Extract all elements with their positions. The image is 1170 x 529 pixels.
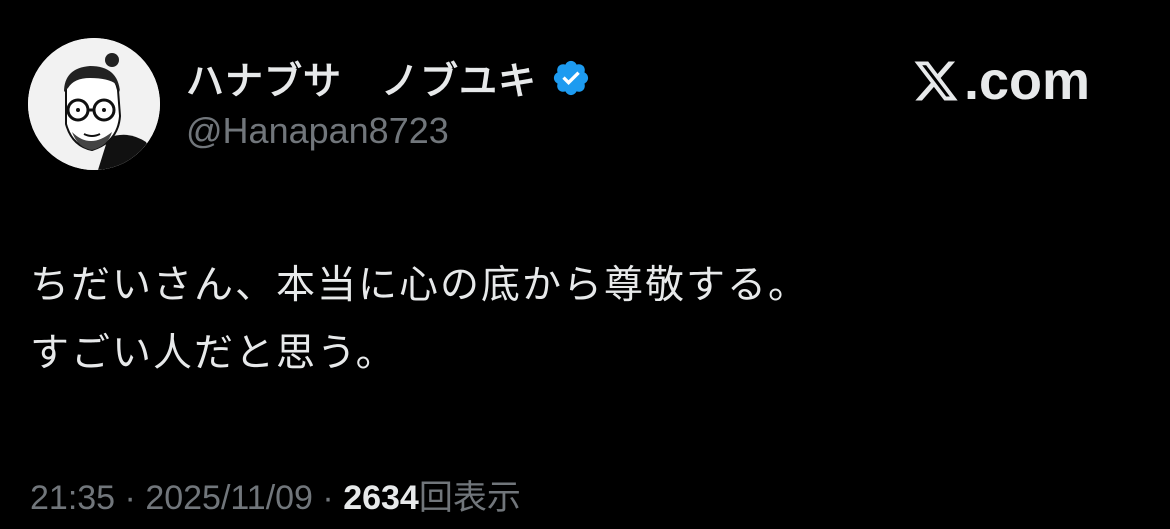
tweet-date[interactable]: 2025/11/09 bbox=[145, 479, 313, 517]
author-display-name[interactable]: ハナブサ ノブユキ bbox=[186, 50, 537, 105]
tweet-text: ちだいさん、本当に心の底から尊敬する。 すごい人だと思う。 bbox=[30, 263, 810, 376]
brand-watermark: .com bbox=[912, 50, 1090, 112]
tweet-time[interactable]: 21:35 bbox=[30, 479, 115, 517]
view-count-label: 回表示 bbox=[418, 478, 521, 518]
avatar-illustration bbox=[28, 38, 160, 170]
view-count[interactable]: 2634 bbox=[343, 479, 419, 517]
meta-separator: · bbox=[312, 479, 344, 517]
tweet-meta: 21:35 · 2025/11/09 · 2634回表示 bbox=[30, 470, 521, 519]
verified-badge-icon bbox=[551, 58, 591, 98]
brand-domain-text: .com bbox=[964, 51, 1091, 111]
author-handle[interactable]: @Hanapan8723 bbox=[186, 110, 449, 152]
author-name-row: ハナブサ ノブユキ bbox=[186, 50, 591, 105]
meta-separator: · bbox=[115, 479, 146, 517]
x-logo-icon bbox=[912, 57, 964, 105]
avatar[interactable] bbox=[28, 38, 160, 170]
